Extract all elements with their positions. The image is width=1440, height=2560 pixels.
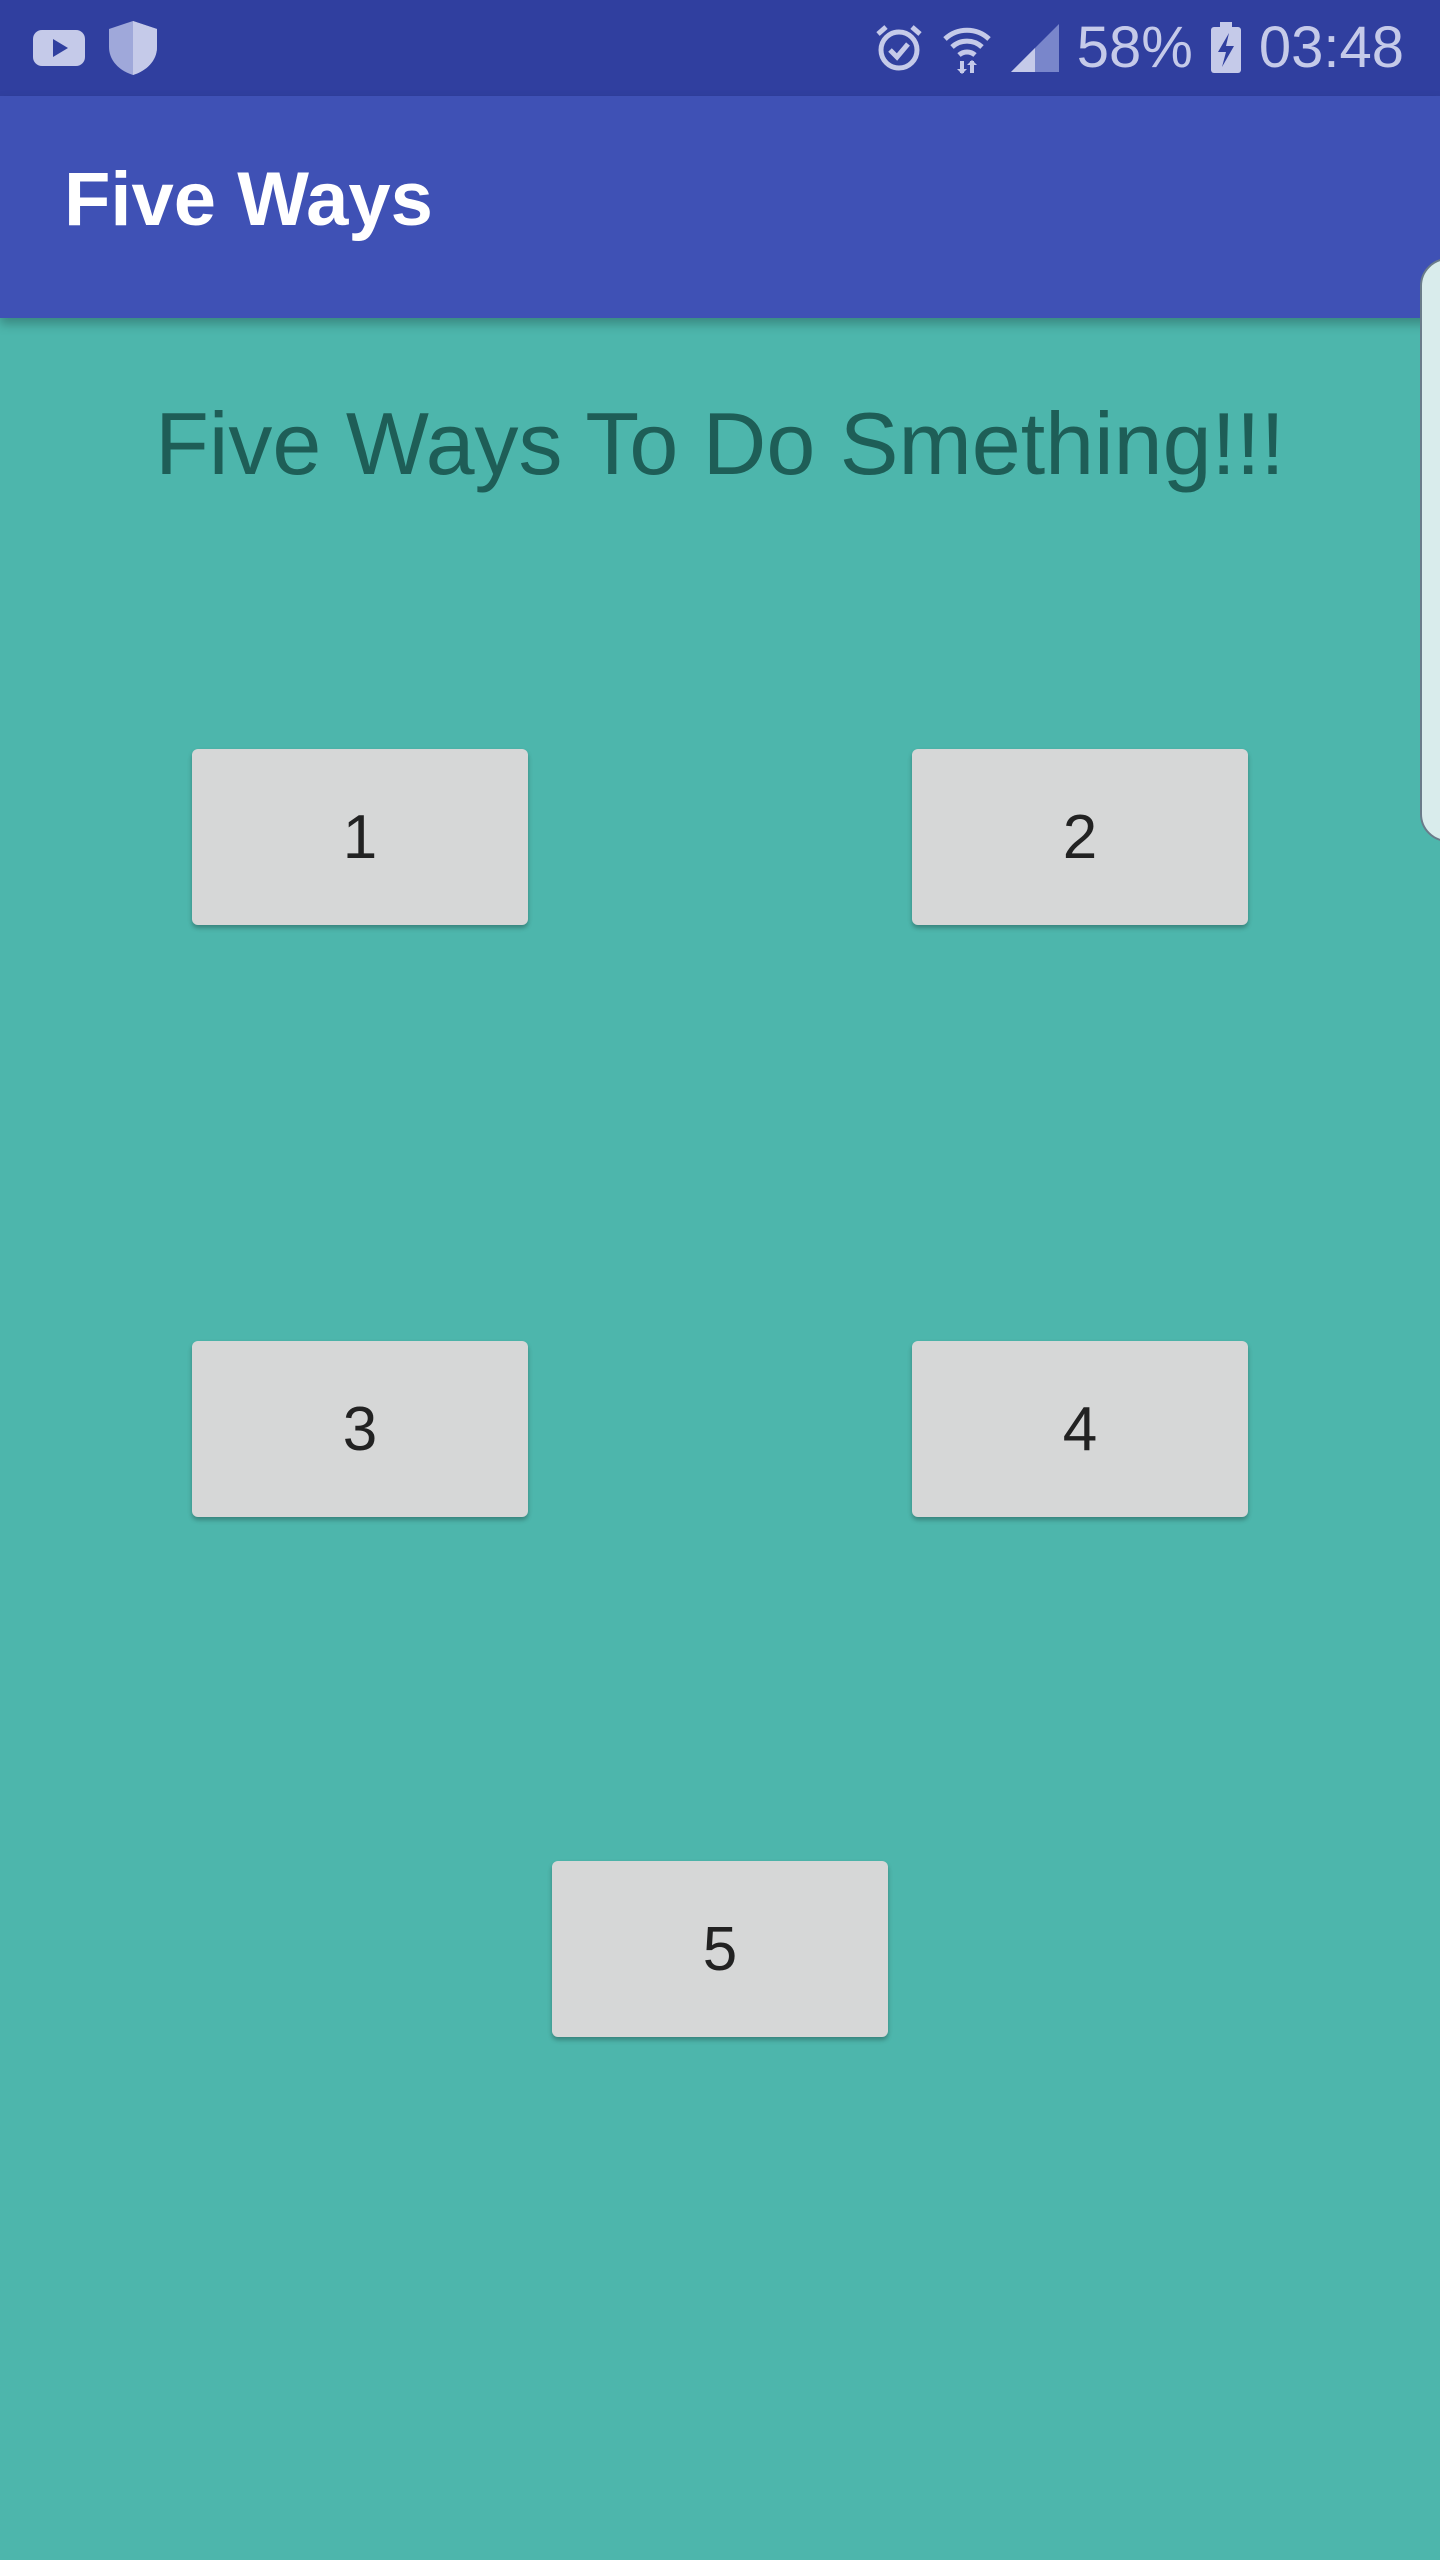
clock-time: 03:48 [1258, 15, 1404, 80]
button-5[interactable]: 5 [552, 1861, 888, 2037]
status-bar: 58% 03:48 [0, 0, 1440, 96]
app-screen: 58% 03:48 Five Ways Five Ways To Do Smet… [0, 0, 1440, 2560]
wifi-icon [941, 21, 993, 75]
button-4[interactable]: 4 [912, 1341, 1248, 1517]
app-title: Five Ways [64, 157, 433, 242]
alarm-icon [873, 22, 925, 74]
status-right-icons: 58% 03:48 [873, 12, 1404, 84]
button-3[interactable]: 3 [192, 1341, 528, 1517]
youtube-icon [32, 27, 86, 69]
battery-percent: 58% [1076, 15, 1193, 80]
page-headline: Five Ways To Do Smething!!! [155, 394, 1285, 493]
app-bar: Five Ways [0, 96, 1440, 318]
shield-icon [106, 19, 160, 77]
button-2[interactable]: 2 [912, 749, 1248, 925]
edge-panel-handle[interactable] [1420, 258, 1440, 842]
button-1[interactable]: 1 [192, 749, 528, 925]
battery-charging-icon [1209, 21, 1243, 75]
status-left-icons [32, 18, 160, 78]
signal-icon [1009, 22, 1061, 74]
